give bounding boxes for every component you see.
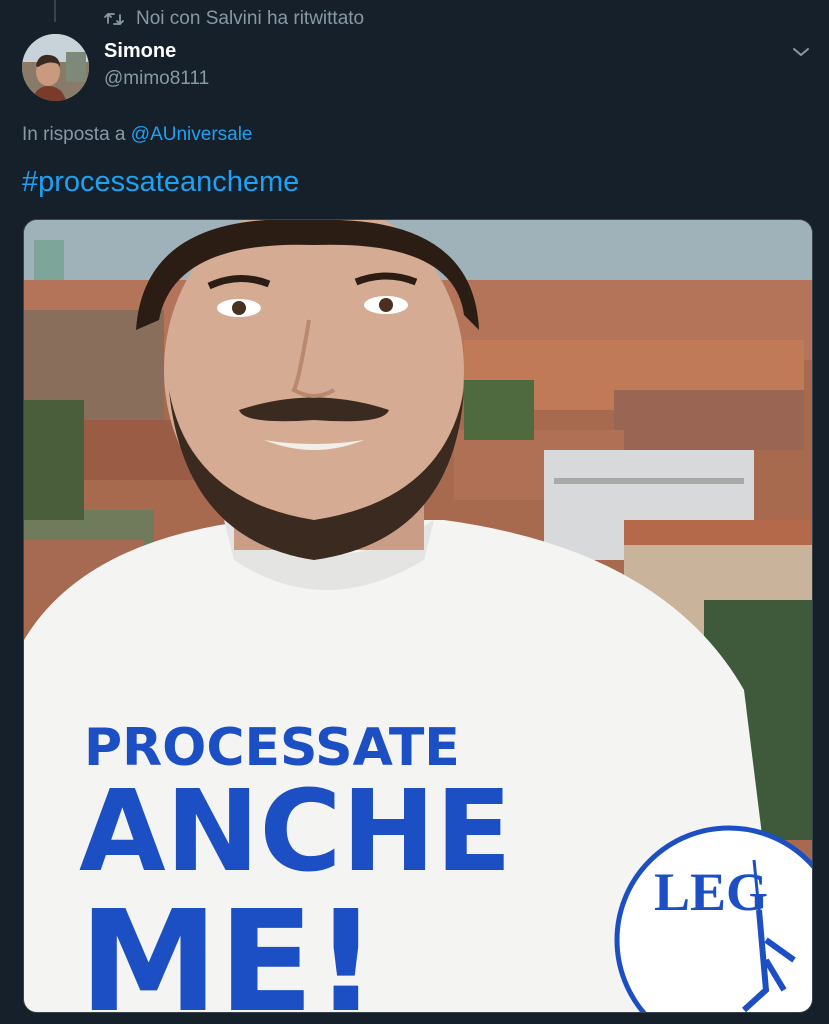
logo-text: LEG (654, 862, 768, 922)
reply-target-link[interactable]: @AUniversale (131, 124, 253, 145)
shirt-line-2: ANCHE (79, 767, 512, 897)
reply-prefix: In risposta a (22, 124, 131, 145)
tweet-media-image[interactable]: PROCESSATE ANCHE ME! LEG (23, 219, 813, 1013)
thread-connector-line (54, 0, 56, 22)
reply-context: In risposta a @AUniversale (22, 124, 253, 146)
shirt-line-3: ME! (79, 881, 378, 1012)
hashtag-link[interactable]: #processateancheme (22, 166, 299, 199)
retweet-context[interactable]: Noi con Salvini ha ritwittato (104, 6, 364, 32)
avatar[interactable] (22, 34, 89, 101)
author-name[interactable]: Simone (104, 40, 176, 63)
retweet-label: Noi con Salvini ha ritwittato (136, 8, 365, 29)
chevron-down-icon[interactable] (790, 42, 812, 62)
author-handle[interactable]: @mimo8111 (104, 68, 209, 90)
tweet-page: Noi con Salvini ha ritwittato Simone @mi… (0, 0, 829, 1024)
retweet-icon (104, 11, 124, 27)
